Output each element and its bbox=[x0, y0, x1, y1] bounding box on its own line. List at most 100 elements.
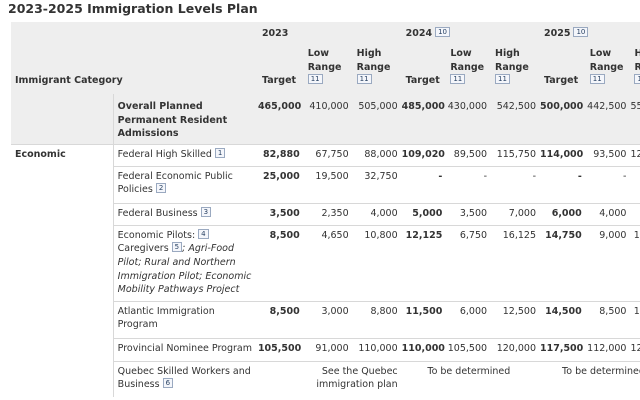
footnote-link[interactable]: 4 bbox=[198, 228, 209, 239]
table-cell: 542,500 bbox=[491, 94, 540, 145]
table-cell: 25,000 bbox=[257, 165, 304, 204]
row-label: Federal Economic Public Policies 2 bbox=[112, 165, 258, 204]
target-header: Target bbox=[257, 42, 304, 94]
table-cell: 550,000 bbox=[630, 94, 640, 145]
table-cell: - bbox=[585, 165, 631, 204]
table-cell: 430,000 bbox=[446, 94, 492, 145]
footnote-link[interactable]: 2 bbox=[155, 183, 167, 194]
table-cell: 114,000 bbox=[540, 143, 586, 167]
immigrant-category-header: Immigrant Category bbox=[11, 22, 258, 94]
footnote-link[interactable]: 11 bbox=[495, 74, 510, 85]
table-cell: 16,125 bbox=[491, 224, 540, 302]
footnote-link[interactable]: 10 bbox=[435, 27, 451, 37]
table-cell: 3,500 bbox=[446, 202, 492, 226]
row-label: Economic Pilots: 4 Caregivers 5; Agri-Food … bbox=[112, 224, 258, 302]
table-cell: 91,000 bbox=[303, 337, 353, 362]
table-cell: 117,500 bbox=[540, 337, 586, 362]
table-cell: 8,500 bbox=[257, 224, 304, 302]
table-cell: 442,500 bbox=[585, 94, 631, 145]
footnote-link[interactable]: 11 bbox=[634, 74, 640, 85]
category-economic: Economic bbox=[11, 143, 114, 398]
table-cell: 4,000 bbox=[585, 202, 631, 226]
quebec-2025-note: To be determined bbox=[540, 360, 640, 398]
footnote-link[interactable]: 3 bbox=[200, 206, 212, 217]
table-cell: - bbox=[491, 165, 540, 204]
table-cell: 110,000 bbox=[401, 337, 447, 362]
table-cell: 10,800 bbox=[352, 224, 402, 302]
table-cell: - bbox=[630, 165, 640, 204]
table-cell: - bbox=[446, 165, 492, 204]
footnote-link[interactable]: 11 bbox=[450, 74, 466, 85]
low-range-header: Low Range 11 bbox=[585, 42, 631, 94]
table-cell: 19,500 bbox=[303, 165, 353, 204]
year-header-2025: 2025 10 bbox=[540, 22, 640, 42]
immigration-levels-table: Immigrant Category 2023 2024 10 2025 10 Ta… bbox=[11, 22, 640, 398]
table-cell: 93,500 bbox=[585, 143, 631, 167]
overall-label: Overall Planned Permanent Resident Admis… bbox=[112, 94, 258, 145]
table-cell: 485,000 bbox=[401, 94, 447, 145]
footnote-link[interactable]: 5 bbox=[171, 242, 183, 253]
target-header: Target bbox=[401, 42, 447, 94]
low-range-header: Low Range 11 bbox=[446, 42, 492, 94]
table-cell: 7,000 bbox=[491, 202, 540, 226]
table-cell: 505,000 bbox=[352, 94, 402, 145]
table-cell: 32,750 bbox=[352, 165, 402, 204]
table-cell: 6,000 bbox=[540, 202, 586, 226]
footnote-link[interactable]: 6 bbox=[162, 378, 174, 389]
table-row: Economic Federal High Skilled 1 82,880 67… bbox=[11, 143, 640, 398]
table-cell: 8,500 bbox=[257, 300, 304, 339]
row-label: Atlantic Immigration Program bbox=[112, 300, 258, 339]
table-cell: 16,500 bbox=[630, 300, 640, 339]
table-cell: 105,500 bbox=[257, 337, 304, 362]
table-cell: 4,000 bbox=[352, 202, 402, 226]
table-cell: 110,000 bbox=[352, 337, 402, 362]
table-cell: 82,880 bbox=[257, 143, 304, 167]
table-cell: 129,250 bbox=[630, 337, 640, 362]
table-cell: 89,500 bbox=[446, 143, 492, 167]
row-label: Federal Business 3 bbox=[112, 202, 258, 226]
quebec-2024-note: To be determined bbox=[401, 360, 540, 398]
table-cell: 121,000 bbox=[630, 143, 640, 167]
table-cell: - bbox=[401, 165, 447, 204]
table-cell: 112,000 bbox=[585, 337, 631, 362]
row-label: Quebec Skilled Workers and Business 6 bbox=[112, 360, 258, 398]
table-cell: 5,000 bbox=[401, 202, 447, 226]
footnote-link[interactable]: 11 bbox=[356, 74, 372, 85]
table-cell: 410,000 bbox=[303, 94, 353, 145]
quebec-2023-note: See the Quebec immigration plan bbox=[257, 360, 402, 398]
year-header-2023: 2023 bbox=[257, 22, 402, 42]
table-cell: 4,650 bbox=[303, 224, 353, 302]
row-label: Federal High Skilled 1 bbox=[112, 143, 258, 167]
table-cell: 67,750 bbox=[303, 143, 353, 167]
row-label: Provincial Nominee Program bbox=[112, 337, 258, 362]
table-cell: 6,000 bbox=[446, 300, 492, 339]
year-header-2024: 2024 10 bbox=[401, 22, 540, 42]
table-cell: 11,500 bbox=[401, 300, 447, 339]
footnote-link[interactable]: 10 bbox=[573, 27, 589, 37]
table-cell: 109,020 bbox=[401, 143, 447, 167]
table-cell: 500,000 bbox=[540, 94, 586, 145]
footnote-link[interactable]: 11 bbox=[589, 74, 605, 85]
table-cell: 12,500 bbox=[491, 300, 540, 339]
target-header: Target bbox=[540, 42, 586, 94]
table-cell: 88,000 bbox=[352, 143, 402, 167]
footnote-link[interactable]: 1 bbox=[214, 147, 226, 158]
table-cell: 105,500 bbox=[446, 337, 492, 362]
high-range-header: HighRange11 bbox=[352, 42, 402, 94]
overall-row: Overall Planned Permanent Resident Admis… bbox=[11, 94, 640, 145]
table-cell: 120,000 bbox=[491, 337, 540, 362]
table-cell: 8,800 bbox=[352, 300, 402, 339]
high-range-header: HighRange11 bbox=[630, 42, 640, 94]
table-cell: 14,750 bbox=[540, 224, 586, 302]
footnote-link[interactable]: 11 bbox=[307, 74, 323, 85]
table-cell: 3,500 bbox=[257, 202, 304, 226]
table-cell: 14,500 bbox=[540, 300, 586, 339]
table-cell: 6,750 bbox=[446, 224, 492, 302]
high-range-header: HighRange11 bbox=[491, 42, 540, 94]
page-title: 2023-2025 Immigration Levels Plan bbox=[8, 1, 258, 16]
table-cell: 3,000 bbox=[303, 300, 353, 339]
table-cell: 8,000 bbox=[630, 202, 640, 226]
table-cell: 465,000 bbox=[257, 94, 304, 145]
table-cell: - bbox=[540, 165, 586, 204]
table-cell: 2,350 bbox=[303, 202, 353, 226]
